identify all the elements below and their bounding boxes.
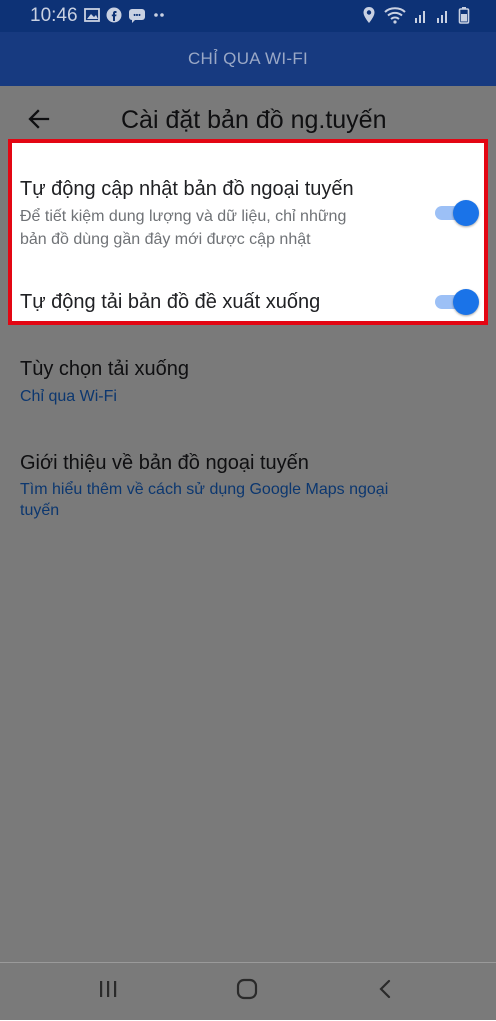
facebook-icon	[106, 7, 122, 28]
system-nav-bar	[0, 962, 496, 1021]
more-dots-icon	[152, 7, 166, 28]
nav-back-button[interactable]	[366, 973, 406, 1009]
battery-icon	[458, 6, 470, 29]
wifi-icon	[384, 6, 406, 29]
arrow-back-icon	[27, 107, 51, 136]
auto-update-subtitle-line2: bản đồ dùng gần đây mới được cập nhật	[20, 231, 311, 248]
dialog-title: CHỈ QUA WI-FI	[187, 49, 309, 68]
messenger-icon: •••	[128, 7, 146, 28]
recents-icon	[97, 978, 119, 1005]
svg-text:•••: •••	[133, 13, 141, 20]
dialog-header: CHỈ QUA WI-FI	[0, 32, 496, 86]
toggle-thumb	[453, 200, 479, 226]
download-preference-title: Tùy chọn tải xuống	[20, 358, 189, 380]
auto-download-title: Tự động tải bản đồ đề xuất xuống	[20, 291, 321, 313]
page-title: Cài đặt bản đồ ng.tuyến	[121, 106, 387, 134]
about-offline-maps-title: Giới thiệu về bản đồ ngoại tuyến	[20, 452, 309, 474]
location-icon	[362, 6, 376, 29]
about-offline-maps-link-line1[interactable]: Tìm hiểu thêm về cách sử dụng Google Map…	[20, 479, 388, 500]
signal-icon	[414, 6, 428, 29]
system-icons	[362, 6, 470, 29]
recents-button[interactable]	[88, 973, 128, 1009]
signal-icon	[436, 6, 450, 29]
about-offline-maps-link-line2[interactable]: tuyến	[20, 500, 59, 521]
back-icon	[375, 978, 397, 1005]
download-preference-value: Chỉ qua Wi-Fi	[20, 388, 117, 405]
back-button[interactable]	[22, 104, 56, 138]
auto-update-subtitle-line1: Để tiết kiệm dung lượng và dữ liệu, chỉ …	[20, 208, 347, 225]
home-icon	[235, 977, 259, 1006]
status-time: 10:46	[30, 5, 78, 26]
notification-icons: •••	[84, 7, 166, 28]
status-bar: 10:46 •••	[0, 0, 496, 32]
auto-update-title: Tự động cập nhật bản đồ ngoại tuyến	[20, 178, 354, 200]
highlight-box: Tự động cập nhật bản đồ ngoại tuyến Để t…	[8, 139, 488, 325]
auto-update-toggle[interactable]	[435, 200, 479, 226]
toggle-thumb	[453, 289, 479, 315]
image-icon	[84, 7, 100, 28]
home-button[interactable]	[227, 973, 267, 1009]
auto-download-toggle[interactable]	[435, 289, 479, 315]
